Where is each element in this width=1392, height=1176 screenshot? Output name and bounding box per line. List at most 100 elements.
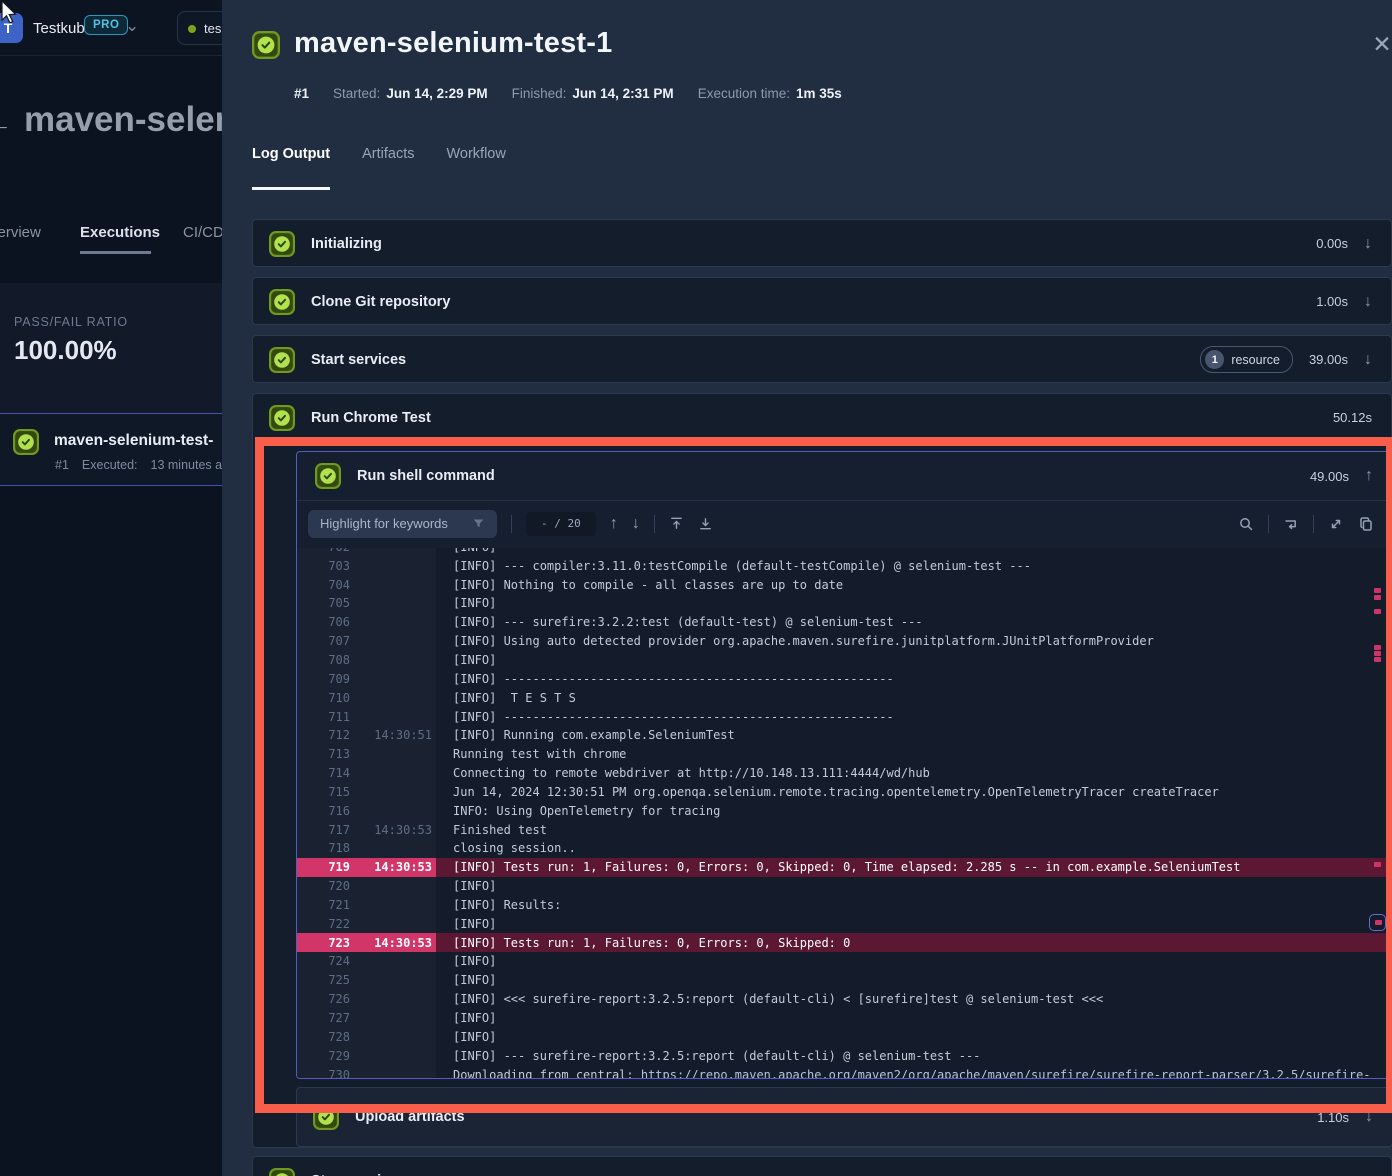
finished-label: Finished:: [512, 86, 567, 101]
log-text: [INFO]: [436, 653, 496, 667]
log-text: [INFO] Running com.example.SeleniumTest: [436, 728, 735, 742]
log-text: [INFO] --- compiler:3.11.0:testCompile (…: [436, 559, 1031, 573]
scroll-bottom-icon: [698, 516, 713, 531]
collapse-arrow-icon[interactable]: ↓: [1364, 352, 1372, 368]
log-text: [INFO]: [436, 1030, 496, 1044]
collapse-arrow-icon[interactable]: ↓: [1364, 1173, 1372, 1176]
log-text: [INFO] Results:: [436, 898, 561, 912]
log-line-number: 702: [297, 548, 350, 554]
prev-match-button[interactable]: ↑: [610, 516, 618, 532]
page-title: maven-selen: [24, 100, 222, 140]
log-line: 71914:30:53[INFO] Tests run: 1, Failures…: [297, 858, 1392, 877]
log-line-number: 706: [297, 615, 350, 629]
tab-artifacts[interactable]: Artifacts: [362, 146, 414, 174]
collapse-arrow-icon[interactable]: ↓: [1364, 236, 1372, 252]
step-check-icon: [269, 289, 295, 315]
log-line-number: 722: [297, 917, 350, 931]
collapse-up-icon[interactable]: ↑: [1365, 468, 1373, 484]
keyword-filter-input[interactable]: Highlight for keywords: [308, 510, 497, 538]
back-arrow-icon[interactable]: ←: [0, 108, 12, 139]
status-check-icon: [252, 31, 280, 59]
tab-log-output[interactable]: Log Output: [252, 146, 330, 174]
tab-cicd[interactable]: CI/CD: [183, 224, 222, 241]
step-check-icon: [269, 231, 295, 257]
drawer-tabs: Log Output Artifacts Workflow: [252, 146, 506, 174]
log-gutter: 702: [297, 548, 436, 557]
log-line: 706[INFO] --- surefire:3.2.2:test (defau…: [297, 613, 1392, 632]
toolbar-divider: [511, 515, 512, 533]
log-text: [INFO] Nothing to compile - all classes …: [436, 578, 843, 592]
log-line-number: 725: [297, 973, 350, 987]
filter-icon: [472, 517, 485, 530]
scroll-to-top-button[interactable]: [669, 516, 684, 531]
step-check-icon: [315, 463, 341, 489]
log-gutter: 71914:30:53: [297, 858, 436, 877]
log-text: [INFO] --- surefire-report:3.2.5:report …: [436, 1049, 980, 1063]
minimap-marker[interactable]: [1374, 862, 1381, 867]
execution-time-value: 1m 35s: [796, 86, 842, 101]
minimap-marker[interactable]: [1374, 645, 1381, 650]
log-line-number: 711: [297, 710, 350, 724]
tab-overview[interactable]: verview: [0, 224, 41, 241]
log-text: [INFO]: [436, 954, 496, 968]
log-gutter: 711: [297, 707, 436, 726]
copy-button[interactable]: [1358, 516, 1374, 532]
step-header[interactable]: Run Chrome Test 50.12s: [253, 394, 1391, 441]
step-row-initializing[interactable]: Initializing 0.00s ↓: [252, 219, 1392, 267]
log-text: [INFO] Tests run: 1, Failures: 0, Errors…: [436, 858, 1392, 877]
minimap-marker[interactable]: [1374, 651, 1381, 656]
step-row-upload-artifacts[interactable]: Upload artifacts 1.10s ↓: [296, 1087, 1392, 1147]
log-line: 703[INFO] --- compiler:3.11.0:testCompil…: [297, 556, 1392, 575]
minimap-marker[interactable]: [1374, 588, 1381, 593]
toolbar-divider: [1268, 515, 1269, 533]
fullscreen-button[interactable]: [1328, 516, 1344, 532]
testkube-logo[interactable]: T: [0, 13, 23, 43]
minimap-marker[interactable]: [1374, 609, 1381, 614]
environment-selector[interactable]: tes: [177, 11, 222, 45]
log-line-number: 720: [297, 879, 350, 893]
step-row-start-services[interactable]: Start services 1 resource 39.00s ↓: [252, 335, 1392, 383]
log-gutter: 730: [297, 1065, 436, 1078]
collapse-arrow-icon[interactable]: ↓: [1365, 1109, 1373, 1125]
step-row-clone-git[interactable]: Clone Git repository 1.00s ↓: [252, 277, 1392, 325]
search-button[interactable]: [1238, 516, 1254, 532]
scroll-top-icon: [669, 516, 684, 531]
log-line: 727[INFO]: [297, 1009, 1392, 1028]
log-text: Connecting to remote webdriver at http:/…: [436, 766, 930, 780]
close-icon: ✕: [1372, 31, 1391, 58]
minimap-marker[interactable]: [1374, 657, 1381, 662]
tab-workflow[interactable]: Workflow: [446, 146, 505, 174]
log-line: 714Connecting to remote webdriver at htt…: [297, 764, 1392, 783]
execution-number: #1: [294, 86, 309, 101]
log-line: 711[INFO] ------------------------------…: [297, 707, 1392, 726]
minimap-marker[interactable]: [1374, 595, 1381, 600]
step-row-stop-services[interactable]: Stop services 1.03s ↓: [252, 1156, 1392, 1176]
log-gutter: 715: [297, 782, 436, 801]
log-text: [INFO]: [436, 917, 496, 931]
up-arrow-icon: ↑: [610, 516, 618, 532]
chevron-down-icon[interactable]: ⌄: [125, 16, 139, 36]
shell-step-header[interactable]: Run shell command 49.00s ↑: [297, 452, 1392, 501]
step-row-run-chrome-test: Run Chrome Test 50.12s Run shell command…: [252, 393, 1392, 1148]
minimap-current-marker[interactable]: [1369, 914, 1386, 931]
execution-title: maven-selenium-test-: [54, 432, 213, 450]
executed-label: Executed:: [82, 458, 138, 472]
log-line-number: 723: [297, 936, 350, 950]
scroll-to-bottom-button[interactable]: [698, 516, 713, 531]
wrap-lines-button[interactable]: [1283, 516, 1299, 532]
log-link[interactable]: https://repo.maven.apache.org/maven2/org…: [641, 1068, 1371, 1078]
close-button[interactable]: ✕: [1368, 30, 1392, 58]
collapse-arrow-icon[interactable]: ↓: [1364, 294, 1372, 310]
check-icon: [13, 429, 39, 455]
log-gutter: 709: [297, 669, 436, 688]
log-gutter: 728: [297, 1027, 436, 1046]
started-label: Started:: [333, 86, 380, 101]
execution-list-item[interactable]: maven-selenium-test- #1 Executed: 13 min…: [0, 413, 222, 486]
log-text: [INFO] T E S T S: [436, 691, 576, 705]
execution-time-label: Execution time:: [698, 86, 790, 101]
log-gutter: 72314:30:53: [297, 933, 436, 952]
next-match-button[interactable]: ↓: [632, 516, 640, 532]
log-line-number: 721: [297, 898, 350, 912]
log-line: 726[INFO] <<< surefire-report:3.2.5:repo…: [297, 990, 1392, 1009]
tab-executions[interactable]: Executions: [80, 224, 160, 241]
